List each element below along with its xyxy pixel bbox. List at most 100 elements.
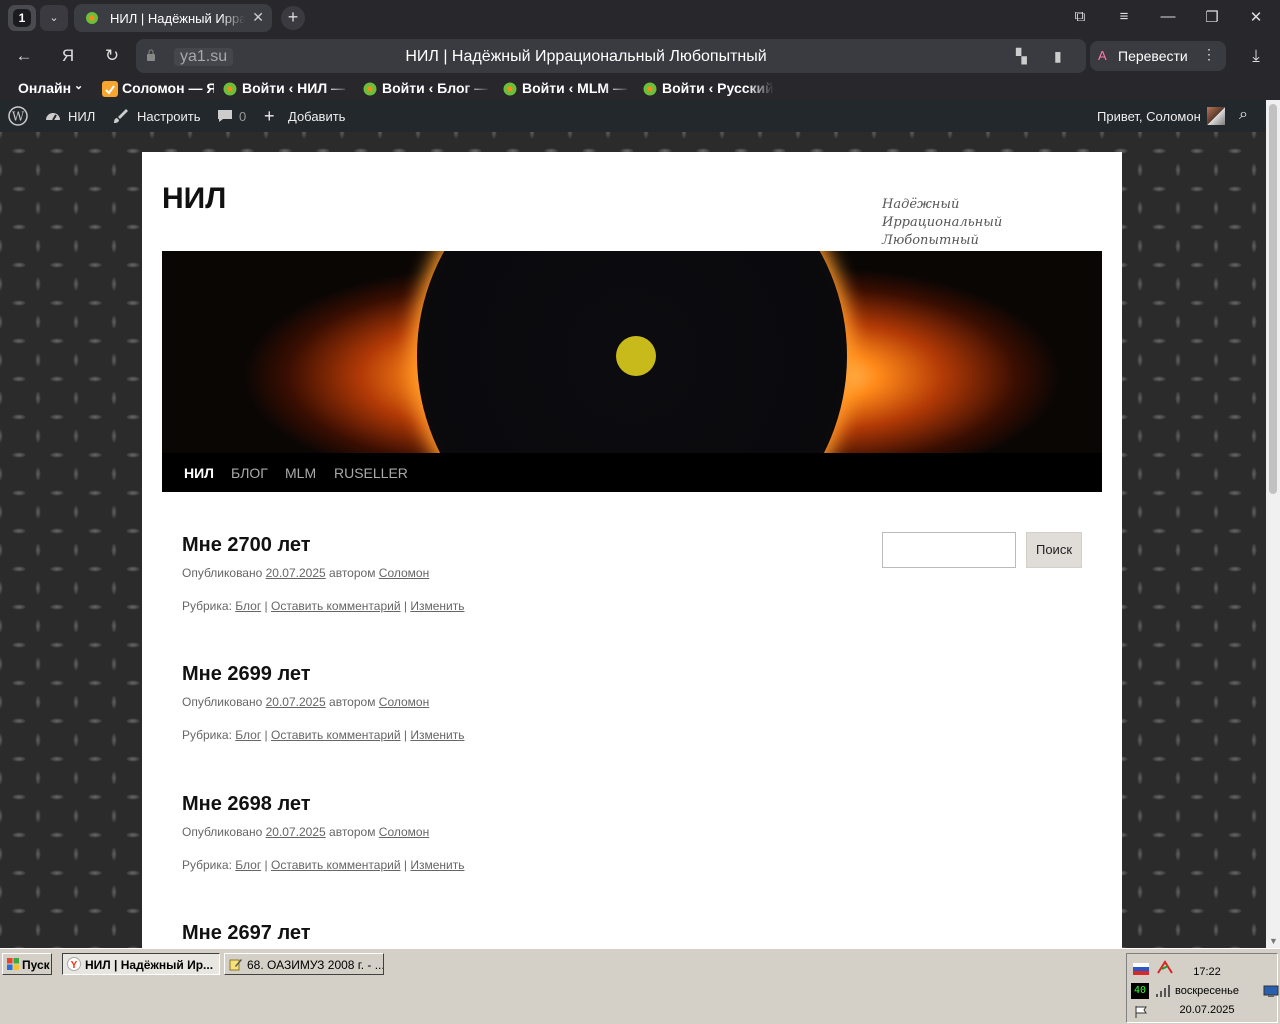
address-bar[interactable]: ya1.su НИЛ | Надёжный Иррациональный Люб…	[136, 39, 1086, 73]
edit-link[interactable]: Изменить	[410, 858, 464, 872]
post-title[interactable]: Мне 2698 лет	[182, 793, 782, 816]
nav-item-nil[interactable]: НИЛ	[184, 465, 214, 481]
gear-favicon-icon	[363, 82, 377, 96]
wp-comments-count[interactable]: 0	[239, 109, 246, 124]
separator: |	[403, 728, 407, 742]
clock-time[interactable]: 17:22	[1173, 966, 1241, 978]
post-meta: Опубликовано 20.07.2025 автором Соломон	[182, 825, 429, 839]
bookmark-label: Войти ‹ НИЛ — WordPress	[242, 80, 350, 96]
start-label: Пуск	[22, 958, 50, 972]
plus-icon: +	[264, 106, 275, 126]
start-button[interactable]: Пуск	[2, 953, 52, 975]
separator: |	[403, 858, 407, 872]
leave-comment-link[interactable]: Оставить комментарий	[271, 858, 401, 872]
category-link[interactable]: Блог	[235, 858, 261, 872]
bookmark-label: Войти ‹ Блог — WordPress	[382, 80, 490, 96]
menu-icon[interactable]: ≡	[1114, 8, 1134, 25]
bookmark-favicon-icon	[102, 81, 118, 97]
search-input[interactable]	[882, 532, 1016, 568]
wp-add-new[interactable]: Добавить	[288, 109, 345, 124]
svg-text:Y: Y	[71, 960, 78, 971]
search-icon[interactable]: ⌕	[1239, 106, 1248, 124]
wp-greeting[interactable]: Привет, Соломон	[1097, 109, 1201, 124]
post-meta: Опубликовано 20.07.2025 автором Соломон	[182, 695, 429, 709]
published-label: Опубликовано	[182, 566, 263, 580]
wordpress-logo-icon[interactable]: W	[8, 106, 28, 126]
category-link[interactable]: Блог	[235, 728, 261, 742]
gear-favicon-icon	[223, 82, 237, 96]
scrollbar-thumb[interactable]	[1269, 104, 1277, 494]
reload-icon[interactable]: ↻	[102, 46, 122, 66]
site-title[interactable]: НИЛ	[162, 182, 226, 216]
translate-page-icon[interactable]: ▚	[1016, 48, 1027, 65]
monitor-icon[interactable]	[1263, 984, 1279, 998]
bookmark-label: Войти ‹ Русский П	[662, 80, 774, 96]
wp-customize[interactable]: Настроить	[137, 109, 201, 124]
taskbar-item-browser[interactable]: Y НИЛ | Надёжный Ир...	[62, 953, 220, 975]
browser-tab-strip: 1 ⌄ НИЛ | Надёжный Иррациональный Любопы…	[0, 0, 1280, 36]
post-date-link[interactable]: 20.07.2025	[266, 695, 326, 709]
post-author-link[interactable]: Соломон	[379, 695, 429, 709]
bookmark-online[interactable]: Онлайн ⌄	[18, 80, 88, 98]
leave-comment-link[interactable]: Оставить комментарий	[271, 728, 401, 742]
leave-comment-link[interactable]: Оставить комментарий	[271, 599, 401, 613]
collections-icon[interactable]: ⧉	[1070, 8, 1090, 25]
more-icon[interactable]: ⋮	[1202, 46, 1216, 63]
nav-item-ruseller[interactable]: RUSELLER	[334, 465, 408, 481]
comment-icon	[218, 110, 232, 122]
yandex-browser-icon: Y	[67, 957, 81, 971]
post-title[interactable]: Мне 2700 лет	[182, 534, 782, 557]
post-date-link[interactable]: 20.07.2025	[266, 825, 326, 839]
wp-site-name[interactable]: НИЛ	[68, 109, 95, 124]
yandex-logo-icon[interactable]: Я	[58, 46, 78, 66]
clock-date: 20.07.2025	[1179, 1004, 1235, 1016]
nav-item-blog[interactable]: БЛОГ	[231, 465, 268, 481]
tab-counter-button[interactable]: 1	[8, 5, 36, 31]
search-button[interactable]: Поиск	[1026, 532, 1082, 568]
avatar[interactable]	[1207, 107, 1225, 125]
bookmark-nil-login[interactable]: Войти ‹ НИЛ — WordPress	[222, 80, 350, 98]
nav-item-mlm[interactable]: MLM	[285, 465, 316, 481]
gear-favicon-icon	[86, 12, 98, 24]
download-icon[interactable]: ⤓	[1246, 46, 1266, 66]
post-author-link[interactable]: Соломон	[379, 566, 429, 580]
bookmark-blog-login[interactable]: Войти ‹ Блог — WordPress	[362, 80, 490, 98]
minimize-icon[interactable]: —	[1158, 8, 1178, 25]
category-label: Рубрика:	[182, 858, 232, 872]
browser-tab[interactable]: НИЛ | Надёжный Иррациональный Любопытный…	[74, 4, 272, 32]
post-date-link[interactable]: 20.07.2025	[266, 566, 326, 580]
new-tab-button[interactable]: +	[281, 6, 305, 30]
system-tray: 17:22 40 воскресенье 20.07.2025	[1126, 953, 1279, 1023]
taskbar-item-editor[interactable]: 68. ОАЗИМУЗ 2008 г. - ...	[224, 953, 384, 975]
bookmark-label: Войти ‹ MLM — WordPress	[522, 80, 630, 96]
russian-flag-icon[interactable]	[1133, 962, 1149, 976]
restore-icon[interactable]: ❐	[1202, 8, 1222, 26]
translate-label: Перевести	[1118, 48, 1188, 64]
language-indicator[interactable]: 40	[1131, 983, 1149, 999]
bookmark-label: Соломон — Я1	[122, 80, 214, 96]
gear-favicon-icon	[503, 82, 517, 96]
close-window-icon[interactable]: ✕	[1246, 8, 1266, 26]
windows-taskbar: Пуск Y НИЛ | Надёжный Ир... 68. ОАЗИМУЗ …	[0, 948, 1280, 1024]
post-author-link[interactable]: Соломон	[379, 825, 429, 839]
post-meta: Опубликовано 20.07.2025 автором Соломон	[182, 566, 429, 580]
bookmark-solomon[interactable]: Соломон — Я1	[102, 80, 214, 98]
bookmark-russian-login[interactable]: Войти ‹ Русский П	[642, 80, 774, 98]
post-title[interactable]: Мне 2697 лет	[182, 922, 782, 945]
close-tab-icon[interactable]: ✕	[252, 9, 264, 26]
post-title[interactable]: Мне 2699 лет	[182, 663, 782, 686]
back-icon[interactable]: ←	[14, 46, 34, 66]
scroll-down-icon[interactable]: ▼	[1269, 936, 1278, 946]
edit-link[interactable]: Изменить	[410, 728, 464, 742]
action-center-flag-icon[interactable]	[1133, 1005, 1149, 1019]
translate-button[interactable]: A Перевести ⋮	[1090, 41, 1226, 71]
network-signal-icon[interactable]	[1155, 984, 1171, 998]
antivirus-icon[interactable]	[1157, 960, 1173, 974]
edit-link[interactable]: Изменить	[410, 599, 464, 613]
category-link[interactable]: Блог	[235, 599, 261, 613]
page-scrollbar[interactable]: ▼	[1266, 100, 1280, 948]
bookmark-mlm-login[interactable]: Войти ‹ MLM — WordPress	[502, 80, 630, 98]
author-label: автором	[329, 566, 376, 580]
bookmark-icon[interactable]: ▮	[1054, 48, 1062, 65]
chevron-down-icon[interactable]: ⌄	[40, 5, 68, 31]
